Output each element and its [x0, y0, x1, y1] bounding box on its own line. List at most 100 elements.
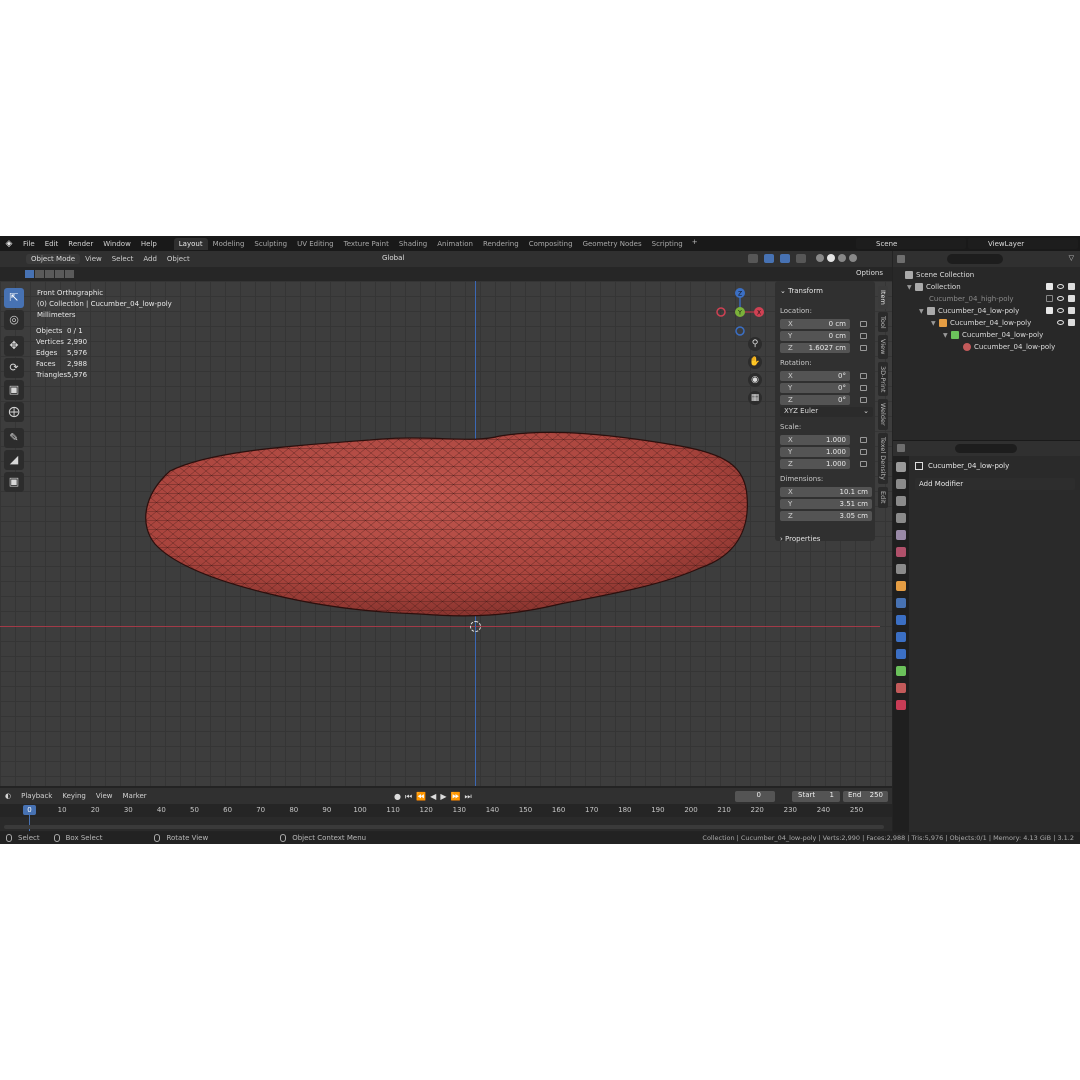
scale-x-field[interactable]: X 1.000 — [780, 434, 850, 445]
output-tab-icon[interactable] — [896, 496, 906, 506]
current-frame-field[interactable]: 0 — [735, 791, 775, 802]
prev-keyframe-icon[interactable]: ⏪ — [416, 792, 426, 802]
camera-icon[interactable] — [1068, 319, 1075, 326]
tab-layout[interactable]: Layout — [173, 237, 208, 250]
add-cube-tool-icon[interactable]: ▣ — [4, 472, 24, 492]
location-y-field[interactable]: Y 0 cm — [780, 330, 850, 341]
camera-icon[interactable] — [1068, 307, 1075, 314]
tab-scripting[interactable]: Scripting — [647, 238, 688, 250]
gizmo-neg-x-axis[interactable] — [716, 307, 726, 317]
view-layer-tab-icon[interactable] — [896, 513, 906, 523]
editor-type-icon[interactable]: ◐ — [0, 792, 16, 800]
end-frame-field[interactable]: End 250 — [843, 791, 888, 802]
tab-welder[interactable]: Welder — [878, 399, 888, 430]
wireframe-shading-icon[interactable] — [816, 254, 824, 262]
scale-z-field[interactable]: Z 1.000 — [780, 458, 850, 469]
modifier-tab-icon[interactable] — [896, 598, 906, 608]
timeline-menu-playback[interactable]: Playback — [16, 792, 57, 800]
jump-start-icon[interactable]: ⏮ — [405, 792, 412, 802]
dimensions-z-field[interactable]: Z 3.05 cm — [780, 510, 872, 521]
filter-icon[interactable]: ▽ — [1069, 254, 1074, 262]
3d-viewport[interactable]: Front Orthographic (0) Collection | Cucu… — [0, 281, 892, 786]
tab-edit[interactable]: Edit — [878, 486, 888, 508]
menu-file[interactable]: File — [18, 240, 40, 248]
camera-icon[interactable] — [1068, 295, 1075, 302]
mode-select[interactable]: Object Mode — [26, 254, 81, 264]
tab-3d-print[interactable]: 3D-Print — [878, 361, 888, 397]
rotation-z-field[interactable]: Z 0° — [780, 394, 850, 405]
scale-y-field[interactable]: Y 1.000 — [780, 446, 850, 457]
viewport-menu-add[interactable]: Add — [138, 255, 162, 263]
transform-orientation-select[interactable]: Global — [378, 254, 408, 262]
lock-icon[interactable] — [860, 396, 867, 403]
texture-tab-icon[interactable] — [896, 700, 906, 710]
lock-icon[interactable] — [860, 320, 867, 327]
data-tab-icon[interactable] — [896, 666, 906, 676]
outliner-row-scene-collection[interactable]: Scene Collection — [893, 269, 1080, 281]
location-z-field[interactable]: Z 1.6027 cm — [780, 342, 850, 353]
outliner-row-mesh-data[interactable]: ▼ Cucumber_04_low-poly — [893, 329, 1080, 341]
camera-view-icon[interactable]: ◉ — [748, 373, 762, 387]
tab-animation[interactable]: Animation — [432, 238, 478, 250]
eye-icon[interactable] — [1057, 308, 1064, 313]
select-extend-icon[interactable] — [35, 270, 44, 278]
options-button[interactable]: Options — [856, 269, 883, 277]
pan-hand-icon[interactable]: ✋ — [748, 355, 762, 369]
outliner-search-input[interactable] — [947, 254, 1003, 264]
tab-uv-editing[interactable]: UV Editing — [292, 238, 339, 250]
menu-window[interactable]: Window — [98, 240, 136, 248]
tool-tab-icon[interactable] — [896, 462, 906, 472]
select-intersect-icon[interactable] — [65, 270, 74, 278]
properties-search-input[interactable] — [955, 444, 1017, 453]
outliner-row-low-poly-collection[interactable]: ▼ Cucumber_04_low-poly — [893, 305, 1080, 317]
select-new-icon[interactable] — [25, 270, 34, 278]
rotation-y-field[interactable]: Y 0° — [780, 382, 850, 393]
eye-icon[interactable] — [1057, 296, 1064, 301]
frame-ruler[interactable]: 0 10 20 30 40 50 60 70 80 90 100 110 120 130 140 150 160… — [0, 804, 892, 817]
checkbox-icon[interactable] — [1046, 307, 1053, 314]
lock-icon[interactable] — [860, 332, 867, 339]
solid-shading-icon[interactable] — [827, 254, 835, 262]
checkbox-icon[interactable] — [1046, 295, 1053, 302]
start-frame-field[interactable]: Start 1 — [792, 791, 840, 802]
next-keyframe-icon[interactable]: ⏩ — [450, 792, 460, 802]
location-x-field[interactable]: X 0 cm — [780, 318, 850, 329]
playhead[interactable]: 0 — [23, 805, 36, 815]
lock-icon[interactable] — [860, 460, 867, 467]
visibility-icon[interactable] — [748, 254, 758, 263]
scene-tab-icon[interactable] — [896, 530, 906, 540]
tab-shading[interactable]: Shading — [394, 238, 432, 250]
measure-tool-icon[interactable]: ◢ — [4, 450, 24, 470]
play-icon[interactable]: ▶ — [440, 792, 446, 802]
timeline-menu-marker[interactable]: Marker — [117, 792, 151, 800]
lock-icon[interactable] — [860, 448, 867, 455]
camera-icon[interactable] — [1068, 283, 1075, 290]
tab-tool[interactable]: Tool — [878, 311, 888, 333]
expand-icon[interactable]: ▼ — [907, 284, 915, 291]
viewport-menu-select[interactable]: Select — [107, 255, 139, 263]
tab-sculpting[interactable]: Sculpting — [249, 238, 292, 250]
navigation-gizmo[interactable]: Z X Y — [715, 287, 765, 337]
dimensions-y-field[interactable]: Y 3.51 cm — [780, 498, 872, 509]
rotation-mode-select[interactable]: XYZ Euler ⌄ — [780, 407, 873, 417]
add-workspace-button[interactable]: + — [688, 238, 702, 250]
tab-rendering[interactable]: Rendering — [478, 238, 524, 250]
expand-icon[interactable]: ▼ — [919, 308, 927, 315]
timeline-area[interactable]: 0 10 20 30 40 50 60 70 80 90 100 110 120 130 140 150 160… — [0, 804, 892, 831]
menu-help[interactable]: Help — [136, 240, 162, 248]
eye-icon[interactable] — [1057, 284, 1064, 289]
cursor-tool-icon[interactable]: ◎ — [4, 310, 24, 330]
gizmo-toggle-icon[interactable] — [764, 254, 774, 263]
jump-end-icon[interactable]: ⏭ — [464, 792, 471, 802]
scale-tool-icon[interactable]: ▣ — [4, 380, 24, 400]
timeline-scrollbar[interactable] — [4, 825, 884, 829]
view-layer-selector[interactable]: ViewLayer — [968, 238, 1078, 249]
viewport-menu-object[interactable]: Object — [162, 255, 195, 263]
tab-item[interactable]: Item — [878, 286, 888, 309]
tab-compositing[interactable]: Compositing — [524, 238, 578, 250]
rotation-x-field[interactable]: X 0° — [780, 370, 850, 381]
perspective-grid-icon[interactable]: ▦ — [748, 391, 762, 405]
transform-tool-icon[interactable]: ⨁ — [4, 402, 24, 422]
physics-tab-icon[interactable] — [896, 632, 906, 642]
outliner-row-high-poly[interactable]: Cucumber_04_high-poly — [893, 293, 1080, 305]
